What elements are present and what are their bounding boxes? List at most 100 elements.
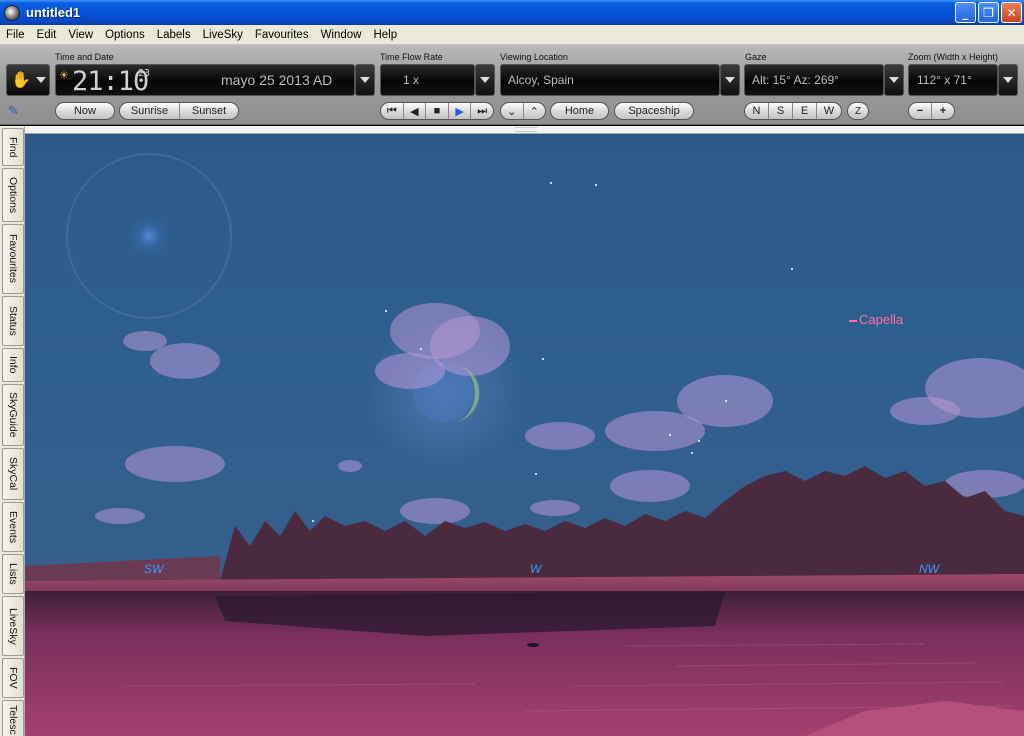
sunset-button[interactable]: Sunset xyxy=(180,103,238,119)
time-date-dropdown[interactable] xyxy=(355,64,375,96)
time-flow-value: 1 x xyxy=(403,73,420,87)
duck xyxy=(527,643,539,647)
menu-file[interactable]: File xyxy=(0,25,31,45)
side-tab-bar: Find Options Favourites Status Info SkyG… xyxy=(0,126,25,736)
tab-label: Options xyxy=(7,176,19,214)
zoom-field[interactable]: 112° x 71° xyxy=(908,64,998,96)
tab-label: Telesc xyxy=(7,705,19,735)
app-icon xyxy=(4,4,20,21)
capella-label[interactable]: Capella xyxy=(859,312,903,327)
tab-fov[interactable]: FOV xyxy=(2,658,24,698)
minimize-button[interactable]: _ xyxy=(955,2,976,23)
menu-help[interactable]: Help xyxy=(367,25,403,45)
star[interactable] xyxy=(691,452,693,454)
time-flow-dropdown[interactable] xyxy=(475,64,495,96)
star[interactable] xyxy=(669,434,671,436)
location-dropdown[interactable] xyxy=(720,64,740,96)
step-back-icon[interactable]: ◀ xyxy=(404,103,427,119)
tab-status[interactable]: Status xyxy=(2,296,24,346)
maximize-button[interactable]: ❐ xyxy=(978,2,999,23)
time-date-field[interactable]: ☀ 21:10 23 mayo 25 2013 AD xyxy=(55,64,355,97)
hand-icon: ✋ xyxy=(11,72,31,89)
gaze-field[interactable]: Alt: 15° Az: 269° xyxy=(744,64,884,96)
zoom-dropdown[interactable] xyxy=(998,64,1018,96)
star[interactable] xyxy=(535,473,537,475)
sunrise-button[interactable]: Sunrise xyxy=(120,103,180,119)
menu-bar: File Edit View Options Labels LiveSky Fa… xyxy=(0,25,1024,45)
tab-label: Info xyxy=(7,356,19,374)
location-value: Alcoy, Spain xyxy=(508,73,574,87)
sky-view[interactable]: Capella SW W NW xyxy=(25,126,1024,736)
gaze-zenith-button[interactable]: Z xyxy=(847,102,869,120)
tab-skyguide[interactable]: SkyGuide xyxy=(2,384,24,446)
gaze-directions: N S E W xyxy=(744,102,842,120)
time-date-label: Time and Date xyxy=(55,52,114,62)
tab-telescope[interactable]: Telesc xyxy=(2,700,24,736)
menu-livesky[interactable]: LiveSky xyxy=(197,25,249,45)
menu-favourites[interactable]: Favourites xyxy=(249,25,315,45)
tab-label: SkyCal xyxy=(7,457,19,491)
window-title: untitled1 xyxy=(26,5,81,20)
gaze-north-button[interactable]: N xyxy=(745,103,769,119)
gaze-east-button[interactable]: E xyxy=(793,103,817,119)
spaceship-button[interactable]: Spaceship xyxy=(614,102,694,120)
pin-icon[interactable]: ✎ xyxy=(8,103,19,119)
chevron-down-icon[interactable]: ⌄ xyxy=(501,103,524,119)
sky-scene xyxy=(25,153,1024,736)
star[interactable] xyxy=(550,182,552,184)
time-display: 21:10 xyxy=(72,66,149,97)
menu-view[interactable]: View xyxy=(62,25,99,45)
tab-lists[interactable]: Lists xyxy=(2,554,24,594)
gaze-west-button[interactable]: W xyxy=(817,103,841,119)
gaze-dropdown[interactable] xyxy=(884,64,904,96)
title-bar: untitled1 _ ❐ ✕ xyxy=(0,0,1024,25)
time-flow-field[interactable]: 1 x xyxy=(380,64,475,96)
location-field[interactable]: Alcoy, Spain xyxy=(500,64,720,96)
capella-marker[interactable] xyxy=(849,320,857,322)
tab-info[interactable]: Info xyxy=(2,348,24,382)
toolbar: ✋ ✎ Time and Date ☀ 21:10 23 mayo 25 201… xyxy=(0,45,1024,125)
now-button[interactable]: Now xyxy=(55,102,115,120)
tab-livesky[interactable]: LiveSky xyxy=(2,596,24,656)
star[interactable] xyxy=(791,268,793,270)
chevron-up-icon[interactable]: ⌃ xyxy=(524,103,546,119)
close-button[interactable]: ✕ xyxy=(1001,2,1022,23)
sun-buttons: Sunrise Sunset xyxy=(119,102,239,120)
gaze-south-button[interactable]: S xyxy=(769,103,793,119)
home-button[interactable]: Home xyxy=(550,102,609,120)
tab-events[interactable]: Events xyxy=(2,502,24,552)
chevron-down-icon xyxy=(36,77,46,83)
zoom-controls: − + xyxy=(908,102,955,120)
stop-icon[interactable]: ■ xyxy=(426,103,449,119)
location-updown: ⌄ ⌃ xyxy=(500,102,546,120)
star[interactable] xyxy=(312,520,314,522)
menu-window[interactable]: Window xyxy=(315,25,368,45)
gaze-value: Alt: 15° Az: 269° xyxy=(752,73,839,87)
step-forward-fast-icon[interactable]: ⏭ xyxy=(471,103,493,119)
star[interactable] xyxy=(385,310,387,312)
star[interactable] xyxy=(725,400,727,402)
menu-edit[interactable]: Edit xyxy=(31,25,63,45)
star[interactable] xyxy=(420,348,422,350)
zoom-in-button[interactable]: + xyxy=(932,103,954,119)
hand-tool-button[interactable]: ✋ xyxy=(6,64,50,96)
tab-options[interactable]: Options xyxy=(2,168,24,222)
time-flow-label: Time Flow Rate xyxy=(380,52,443,62)
date-display: mayo 25 2013 AD xyxy=(221,72,333,88)
menu-options[interactable]: Options xyxy=(99,25,151,45)
star[interactable] xyxy=(698,440,700,442)
step-back-fast-icon[interactable]: ⏮ xyxy=(381,103,404,119)
star[interactable] xyxy=(542,358,544,360)
location-label: Viewing Location xyxy=(500,52,568,62)
tab-label: Favourites xyxy=(7,234,19,284)
star[interactable] xyxy=(595,184,597,186)
menu-labels[interactable]: Labels xyxy=(151,25,197,45)
zoom-label: Zoom (Width x Height) xyxy=(908,52,999,62)
direction-sw: SW xyxy=(144,562,164,576)
tab-find[interactable]: Find xyxy=(2,128,24,166)
tab-label: Lists xyxy=(7,563,19,585)
play-icon[interactable]: ▶ xyxy=(449,103,472,119)
zoom-out-button[interactable]: − xyxy=(909,103,932,119)
tab-favourites[interactable]: Favourites xyxy=(2,224,24,294)
tab-skycal[interactable]: SkyCal xyxy=(2,448,24,500)
